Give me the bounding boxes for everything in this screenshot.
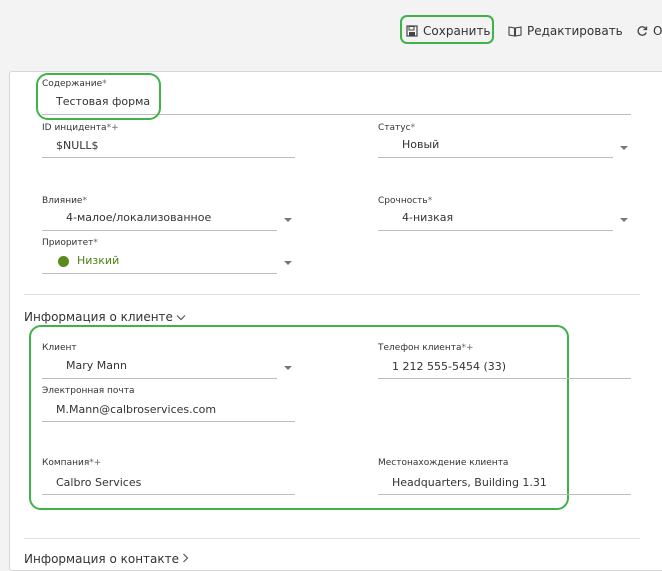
location-underline	[378, 494, 631, 495]
priority-chevron-down-icon[interactable]	[284, 261, 292, 265]
book-icon	[508, 25, 522, 37]
client-section-header[interactable]: Информация о клиенте	[24, 310, 186, 324]
company-underline	[42, 494, 295, 495]
save-icon	[406, 25, 418, 37]
client-label: Клиент	[42, 343, 77, 353]
status-chevron-down-icon[interactable]	[620, 146, 628, 150]
priority-status-dot	[58, 255, 69, 267]
edit-button-label: Редактировать	[527, 24, 623, 38]
phone-field[interactable]: 1 212 555-5454 (33)	[392, 360, 506, 373]
incident-form-card: Содержание* Тестовая форма ID инцидента*…	[9, 71, 662, 571]
incident-id-label: ID инцидента*+	[42, 123, 119, 133]
client-underline	[42, 378, 277, 379]
urgency-chevron-down-icon[interactable]	[620, 218, 628, 222]
priority-underline	[42, 273, 277, 274]
location-label: Местонахождение клиента	[378, 458, 509, 468]
impact-select[interactable]: 4-малое/локализованное	[66, 211, 211, 224]
impact-chevron-down-icon[interactable]	[284, 218, 292, 222]
urgency-underline	[378, 230, 613, 231]
chevron-down-icon	[176, 310, 186, 324]
status-underline	[378, 157, 613, 158]
priority-select[interactable]: Низкий	[58, 254, 119, 267]
summary-underline	[42, 114, 631, 115]
phone-underline	[378, 378, 631, 379]
edit-button[interactable]: Редактировать	[508, 18, 623, 44]
client-chevron-down-icon[interactable]	[284, 366, 292, 370]
toolbar: Сохранить Редактировать О	[0, 0, 662, 64]
save-button-label: Сохранить	[423, 24, 491, 38]
refresh-button-label: О	[653, 24, 662, 38]
contact-section-header[interactable]: Информация о контакте	[24, 552, 189, 566]
status-select[interactable]: Новый	[402, 138, 439, 151]
refresh-button[interactable]: О	[636, 18, 662, 44]
urgency-label: Срочность*	[378, 196, 433, 206]
email-label: Электронная почта	[42, 386, 135, 396]
section-divider	[24, 294, 640, 295]
summary-field[interactable]: Тестовая форма	[56, 95, 150, 108]
company-label: Компания*+	[42, 458, 102, 468]
email-underline	[42, 421, 295, 422]
section-divider	[24, 538, 640, 539]
save-button[interactable]: Сохранить	[406, 18, 491, 44]
location-field[interactable]: Headquarters, Building 1.31	[392, 476, 547, 489]
impact-underline	[42, 230, 277, 231]
incident-id-underline	[42, 157, 295, 158]
status-label: Статус*	[378, 123, 416, 133]
chevron-right-icon	[182, 552, 189, 566]
priority-label: Приоритет*	[42, 238, 98, 248]
refresh-icon	[636, 25, 648, 37]
incident-id-field[interactable]: $NULL$	[56, 139, 99, 152]
urgency-select[interactable]: 4-низкая	[402, 211, 453, 224]
summary-label: Содержание*	[42, 79, 107, 89]
client-select[interactable]: Mary Mann	[66, 359, 127, 372]
impact-label: Влияние*	[42, 196, 87, 206]
phone-label: Телефон клиента*+	[378, 343, 474, 353]
email-field[interactable]: M.Mann@calbroservices.com	[56, 403, 216, 416]
company-field[interactable]: Calbro Services	[56, 476, 141, 489]
